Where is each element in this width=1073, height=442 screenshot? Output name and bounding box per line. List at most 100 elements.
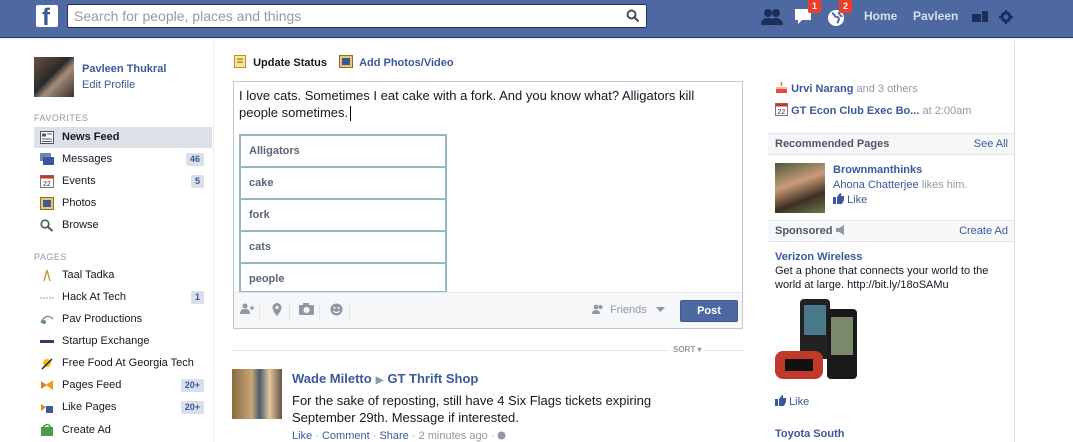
notifications-globe-icon[interactable]: 2 — [826, 0, 852, 31]
like-link[interactable]: Like — [292, 430, 312, 442]
ad-like-button[interactable]: Like — [775, 395, 809, 408]
sidebar-item-photos[interactable]: Photos — [34, 193, 212, 214]
chevron-down-icon: ▾ — [697, 345, 702, 354]
ad-title[interactable]: Verizon Wireless — [775, 251, 862, 263]
status-pencil-icon — [234, 55, 246, 68]
event-name[interactable]: GT Econ Club Exec Bo... — [791, 105, 919, 117]
story-group-link[interactable]: GT Thrift Shop — [387, 371, 478, 386]
ad-verizon[interactable]: Verizon Wireless Get a phone that connec… — [775, 250, 1007, 292]
birthday-reminder[interactable]: Urvi Narang and 3 others — [775, 81, 918, 95]
sidebar-item-label: Events — [62, 175, 96, 187]
recommended-friend-rest: likes him. — [921, 179, 968, 191]
megaphone-icon — [835, 225, 844, 235]
typeahead-item[interactable]: cats — [241, 232, 445, 264]
news-feed-icon — [40, 131, 54, 144]
public-globe-icon — [497, 431, 506, 440]
top-bar: f 1 2 Home Pavleen — [0, 0, 1073, 38]
count-badge: 46 — [185, 153, 204, 166]
search-input[interactable] — [68, 5, 608, 27]
text-caret — [350, 106, 352, 122]
profile-name[interactable]: Pavleen Thukral — [82, 63, 166, 75]
sidebar-item-label: Photos — [62, 197, 97, 209]
profile-avatar[interactable] — [34, 57, 74, 97]
sidebar-item-pav-productions[interactable]: Pav Productions — [34, 309, 212, 330]
sidebar-item-pages-feed[interactable]: Pages Feed 20+ — [34, 375, 212, 396]
right-sidebar: Urvi Narang and 3 others 22 GT Econ Club… — [768, 39, 1014, 442]
composer-action-bar: Friends Post — [234, 292, 742, 328]
recommended-like-button[interactable]: Like — [833, 193, 868, 206]
notifications-badge: 2 — [839, 0, 852, 13]
search-icon[interactable] — [626, 9, 640, 23]
photos-icon — [40, 197, 54, 210]
sidebar-item-messages[interactable]: Messages 46 — [34, 149, 212, 170]
ad2-title[interactable]: Toyota South — [775, 428, 844, 440]
ad-toyota[interactable]: Toyota South — [775, 428, 844, 440]
browse-search-icon — [40, 219, 54, 232]
birthday-name[interactable]: Urvi Narang — [791, 83, 853, 95]
sidebar-item-events[interactable]: 22 Events 5 — [34, 171, 212, 192]
comment-link[interactable]: Comment — [322, 430, 370, 442]
feeling-smiley-icon[interactable] — [324, 303, 350, 321]
sidebar-item-startup-exchange[interactable]: Startup Exchange — [34, 331, 212, 352]
privacy-shortcuts-icon[interactable] — [972, 11, 988, 26]
messages-icon — [40, 153, 54, 165]
sidebar-item-hack-at-tech[interactable]: Hack At Tech 1 — [34, 287, 212, 308]
sidebar-item-create-ad[interactable]: Create Ad — [34, 420, 212, 441]
like-label: Like — [847, 194, 868, 206]
see-all-link[interactable]: See All — [974, 134, 1008, 154]
typeahead-item[interactable]: cake — [241, 168, 445, 200]
event-time: at 2:00am — [922, 105, 972, 117]
calendar-icon: 22 — [775, 103, 788, 116]
page-icon — [40, 315, 54, 324]
edit-profile-link[interactable]: Edit Profile — [82, 79, 135, 91]
sidebar-item-browse[interactable]: Browse — [34, 215, 212, 236]
like-pages-icon — [41, 404, 53, 413]
composer-textarea[interactable]: I love cats. Sometimes I eat cake with a… — [239, 87, 734, 122]
birthday-rest: and 3 others — [856, 83, 918, 95]
profile-link[interactable]: Pavleen — [913, 9, 958, 23]
messages-icon[interactable]: 1 — [794, 0, 821, 29]
count-badge: 20+ — [180, 401, 204, 414]
audience-label: Friends — [610, 304, 647, 316]
tab-add-photos-label: Add Photos/Video — [359, 57, 454, 69]
sort-label: SORT — [673, 345, 696, 354]
location-pin-icon[interactable] — [264, 303, 290, 321]
recommended-page-avatar[interactable] — [775, 163, 825, 213]
post-button[interactable]: Post — [680, 300, 738, 322]
left-sidebar: Pavleen Thukral Edit Profile FAVORITES N… — [0, 39, 213, 442]
friend-requests-icon[interactable] — [761, 8, 783, 29]
friends-icon — [592, 304, 603, 314]
tab-update-status[interactable]: Update Status — [234, 55, 327, 69]
story-timestamp[interactable]: 2 minutes ago — [419, 430, 488, 442]
recommended-page-name[interactable]: Brownmanthinks — [833, 164, 922, 176]
audience-selector[interactable]: Friends — [592, 304, 665, 316]
home-link[interactable]: Home — [864, 9, 897, 23]
mention-typeahead: Alligators cake fork cats people — [239, 134, 447, 293]
sidebar-item-label: Hack At Tech — [62, 291, 126, 303]
typeahead-item[interactable]: people — [241, 264, 445, 293]
create-ad-link[interactable]: Create Ad — [959, 221, 1008, 241]
camera-icon[interactable] — [294, 303, 320, 321]
search-box — [67, 4, 647, 28]
facebook-logo[interactable]: f — [36, 5, 58, 27]
tab-update-status-label: Update Status — [253, 57, 328, 69]
story-author-avatar[interactable] — [232, 369, 282, 419]
typeahead-item[interactable]: fork — [241, 200, 445, 232]
calendar-day: 22 — [778, 109, 786, 116]
ad-phone-image[interactable] — [775, 299, 865, 389]
status-composer[interactable]: I love cats. Sometimes I eat cake with a… — [233, 81, 743, 329]
story-author-link[interactable]: Wade Miletto — [292, 371, 372, 386]
event-reminder[interactable]: 22 GT Econ Club Exec Bo... at 2:00am — [775, 103, 971, 117]
share-link[interactable]: Share — [379, 430, 408, 442]
recommended-friend[interactable]: Ahona Chatterjee — [833, 179, 919, 191]
thumbs-up-icon — [833, 193, 844, 204]
typeahead-item[interactable]: Alligators — [241, 136, 445, 168]
tag-people-icon[interactable] — [234, 303, 260, 321]
sidebar-item-free-food[interactable]: Free Food At Georgia Tech — [34, 353, 212, 374]
sidebar-item-like-pages[interactable]: Like Pages 20+ — [34, 397, 212, 418]
sidebar-item-taal-tadka[interactable]: Taal Tadka — [34, 265, 212, 286]
settings-gear-icon[interactable] — [999, 10, 1013, 27]
sidebar-item-news-feed[interactable]: News Feed — [34, 127, 212, 148]
tab-add-photos[interactable]: Add Photos/Video — [339, 55, 454, 69]
sort-dropdown[interactable]: SORT ▾ — [669, 345, 706, 354]
